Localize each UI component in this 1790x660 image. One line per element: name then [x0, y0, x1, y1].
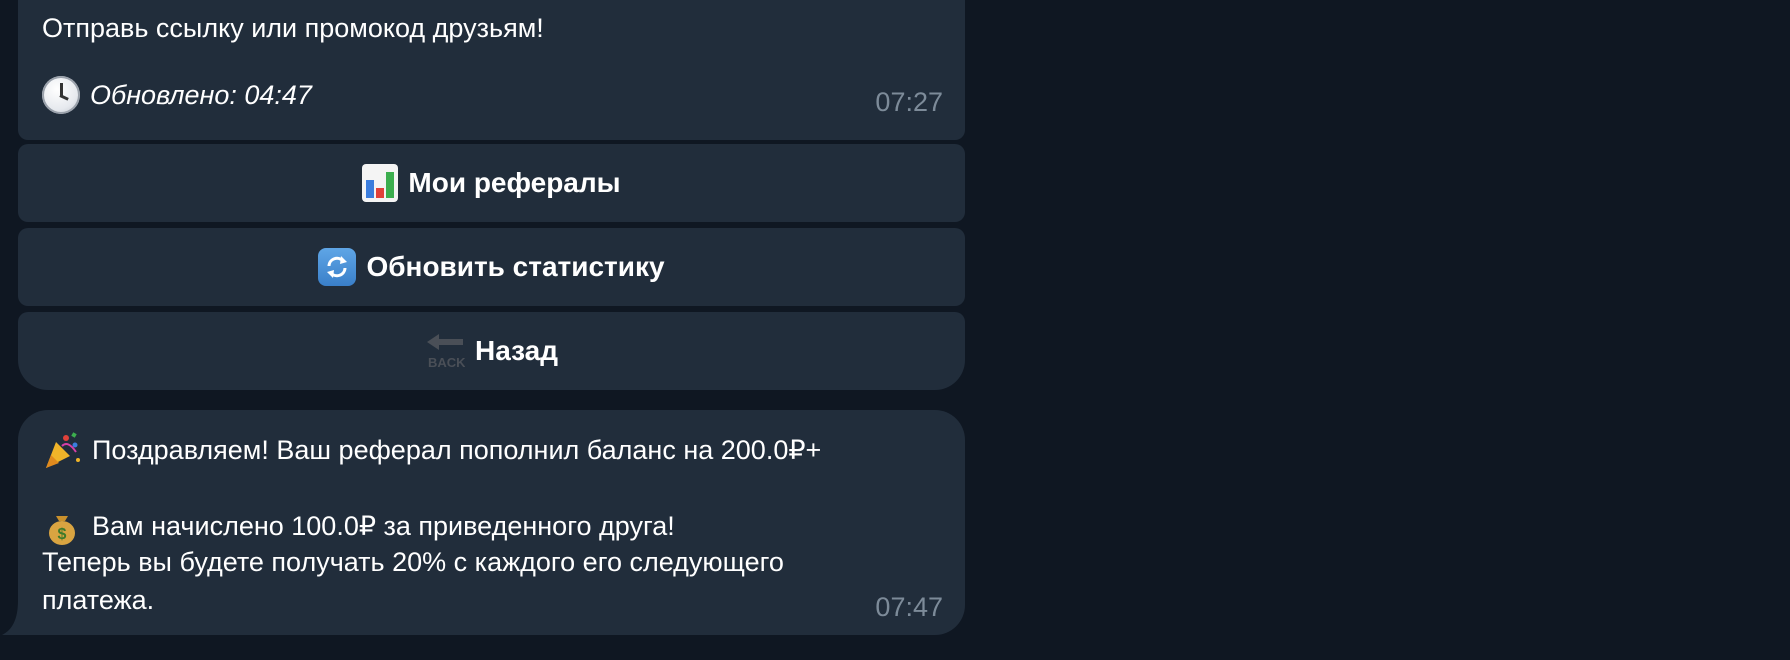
updated-text: Обновлено: 04:47: [90, 80, 312, 110]
congrats-line: Поздравляем! Ваш реферал пополнил баланс…: [42, 430, 821, 470]
info-text-line2: платежа.: [42, 585, 155, 615]
chat-area: Отправь ссылку или промокод друзьям! Обн…: [0, 0, 1790, 660]
message-text: Отправь ссылку или промокод друзьям!: [42, 13, 544, 43]
message-bubble-referral-bonus: Поздравляем! Ваш реферал пополнил баланс…: [18, 410, 965, 635]
congrats-text: Поздравляем! Ваш реферал пополнил баланс…: [92, 435, 822, 465]
my-referrals-button[interactable]: Мои рефералы: [18, 144, 965, 222]
bonus-text: Вам начислено 100.0₽ за приведенного дру…: [92, 511, 675, 541]
bar-chart-icon: [362, 164, 399, 202]
back-label: Назад: [474, 335, 559, 366]
money-bag-icon: $: [42, 506, 82, 546]
my-referrals-label: Мои рефералы: [408, 167, 621, 198]
refresh-icon: [318, 248, 357, 286]
refresh-stats-label: Обновить статистику: [366, 251, 665, 282]
message-bubble-referral-info: Отправь ссылку или промокод друзьям! Обн…: [18, 0, 965, 140]
info-text-line1: Теперь вы будете получать 20% с каждого …: [42, 547, 784, 577]
message-timestamp: 07:47: [875, 592, 943, 622]
back-arrow-icon: BACK: [425, 332, 466, 370]
svg-text:$: $: [58, 526, 67, 543]
bonus-line: $ Вам начислено 100.0₽ за приведенного д…: [42, 506, 675, 546]
updated-line: Обновлено: 04:47: [42, 76, 312, 114]
back-icon-text: BACK: [428, 355, 465, 370]
clock-icon: [42, 76, 80, 114]
message-timestamp: 07:27: [875, 87, 943, 117]
refresh-stats-button[interactable]: Обновить статистику: [18, 228, 965, 306]
party-popper-icon: [42, 430, 82, 470]
back-button[interactable]: BACK Назад: [18, 312, 965, 390]
